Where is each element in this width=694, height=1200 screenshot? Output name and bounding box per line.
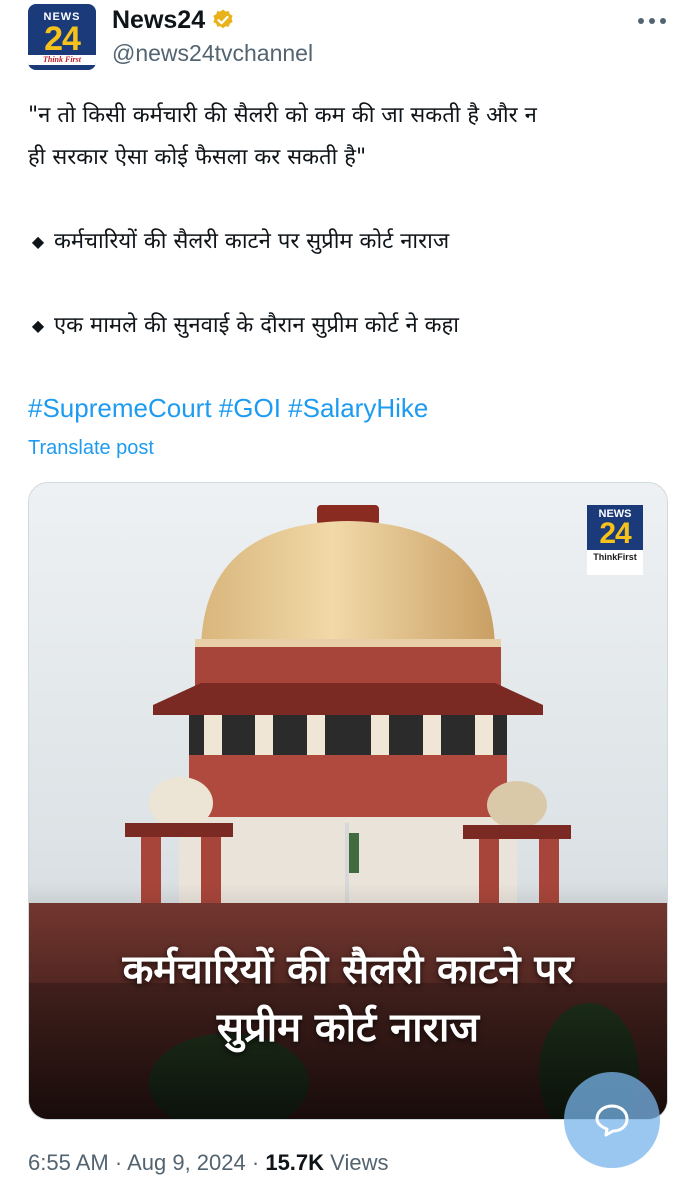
media-news24-logo: NEWS 24 ThinkFirst bbox=[587, 505, 643, 575]
media-caption-line-2: सुप्रीम कोर्ट नाराज bbox=[216, 1005, 480, 1051]
tweet-meta: 6:55 AM · Aug 9, 2024 · 15.7K Views bbox=[28, 1146, 388, 1180]
diamond-icon: ◆ bbox=[31, 316, 45, 335]
more-options-icon[interactable] bbox=[634, 6, 670, 36]
verified-badge-icon bbox=[213, 9, 233, 29]
tweet-bullet: ◆ कर्मचारियों की सैलरी काटने पर सुप्रीम … bbox=[28, 222, 449, 262]
views-label: Views bbox=[330, 1150, 389, 1175]
media-logo-number: 24 bbox=[599, 517, 631, 550]
meta-separator: · bbox=[251, 1150, 260, 1175]
tweet-text-line-1: "न तो किसी कर्मचारी की सैलरी को कम की जा… bbox=[28, 103, 537, 128]
media-logo-tagline: ThinkFirst bbox=[593, 552, 637, 562]
tweet-media-image[interactable]: NEWS 24 ThinkFirst कर्मचारियों की सैलरी … bbox=[28, 482, 668, 1120]
tweet-text-line-2: ही सरकार ऐसा कोई फैसला कर सकती है" bbox=[28, 145, 367, 170]
views-count: 15.7K bbox=[265, 1150, 325, 1175]
tweet-date[interactable]: Aug 9, 2024 bbox=[127, 1150, 246, 1175]
floating-reply-button[interactable] bbox=[564, 1072, 660, 1168]
tweet-time[interactable]: 6:55 AM bbox=[28, 1150, 109, 1175]
user-handle[interactable]: @news24tvchannel bbox=[112, 40, 313, 67]
display-name-row: News24 bbox=[112, 4, 235, 36]
hashtag-link[interactable]: #SalaryHike bbox=[288, 393, 428, 423]
media-caption-line-1: कर्मचारियों की सैलरी काटने पर bbox=[122, 947, 574, 993]
tweet-bullet-text: कर्मचारियों की सैलरी काटने पर सुप्रीम को… bbox=[54, 229, 450, 254]
tweet-bullet: ◆ एक मामले की सुनवाई के दौरान सुप्रीम को… bbox=[28, 306, 459, 346]
tweet-bullet-text: एक मामले की सुनवाई के दौरान सुप्रीम कोर्… bbox=[54, 313, 459, 338]
tweet-header: NEWS 24 Think First News24 @news24tvchan… bbox=[0, 0, 694, 90]
hashtag-row: #SupremeCourt #GOI #SalaryHike bbox=[28, 388, 428, 428]
avatar-logo-tagline: Think First bbox=[28, 54, 96, 65]
display-name[interactable]: News24 bbox=[112, 6, 205, 35]
meta-separator: · bbox=[114, 1150, 123, 1175]
hashtag-link[interactable]: #SupremeCourt bbox=[28, 393, 212, 423]
reply-bubble-icon bbox=[595, 1104, 629, 1137]
translate-post-link[interactable]: Translate post bbox=[28, 432, 154, 464]
media-logo-top: NEWS 24 bbox=[587, 505, 643, 550]
diamond-icon: ◆ bbox=[31, 232, 45, 251]
avatar-logo-number: 24 bbox=[44, 19, 81, 58]
hashtag-link[interactable]: #GOI bbox=[219, 393, 281, 423]
avatar[interactable]: NEWS 24 Think First bbox=[28, 4, 96, 70]
